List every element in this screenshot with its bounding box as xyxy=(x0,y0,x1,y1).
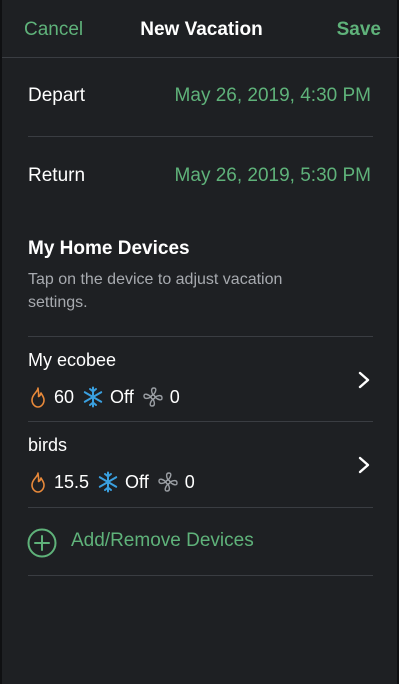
snowflake-icon xyxy=(83,386,103,408)
heat-setpoint: 60 xyxy=(54,386,75,407)
depart-row[interactable]: Depart May 26, 2019, 4:30 PM xyxy=(2,57,399,137)
return-row[interactable]: Return May 26, 2019, 5:30 PM xyxy=(2,137,399,217)
add-remove-devices-label: Add/Remove Devices xyxy=(71,530,254,551)
device-stats: 15.5 Off 0 xyxy=(28,469,203,495)
return-value[interactable]: May 26, 2019, 5:30 PM xyxy=(175,165,371,187)
device-row[interactable]: birds 15.5 Off 0 xyxy=(2,422,399,507)
fan-value: 0 xyxy=(184,471,195,492)
devices-section-title: My Home Devices xyxy=(28,238,190,259)
devices-section-description: Tap on the device to adjust vacation set… xyxy=(28,271,283,311)
chevron-right-icon xyxy=(358,456,370,474)
fan-icon xyxy=(158,472,178,492)
cool-mode: Off xyxy=(110,386,134,407)
fan-value: 0 xyxy=(169,386,180,407)
return-label: Return xyxy=(28,165,86,186)
cool-mode: Off xyxy=(125,471,149,492)
save-button[interactable]: Save xyxy=(337,19,381,41)
flame-icon xyxy=(31,387,45,408)
plus-circle-icon xyxy=(27,528,57,558)
snowflake-icon xyxy=(98,471,118,493)
device-name: My ecobee xyxy=(28,350,117,370)
app-screen: Cancel New Vacation Save Depart May 26, … xyxy=(0,0,399,684)
chevron-right-icon xyxy=(358,371,370,389)
flame-icon xyxy=(31,472,45,493)
device-row[interactable]: My ecobee 60 Off 0 xyxy=(2,337,399,422)
device-stats: 60 Off 0 xyxy=(28,384,188,410)
heat-setpoint: 15.5 xyxy=(54,471,90,492)
fan-icon xyxy=(143,387,163,407)
device-name: birds xyxy=(28,435,68,455)
depart-label: Depart xyxy=(28,85,86,106)
divider xyxy=(28,507,373,508)
nav-header: Cancel New Vacation Save xyxy=(2,0,399,58)
divider xyxy=(28,575,373,576)
depart-value[interactable]: May 26, 2019, 4:30 PM xyxy=(175,85,371,107)
add-remove-devices-button[interactable]: Add/Remove Devices xyxy=(2,512,399,572)
